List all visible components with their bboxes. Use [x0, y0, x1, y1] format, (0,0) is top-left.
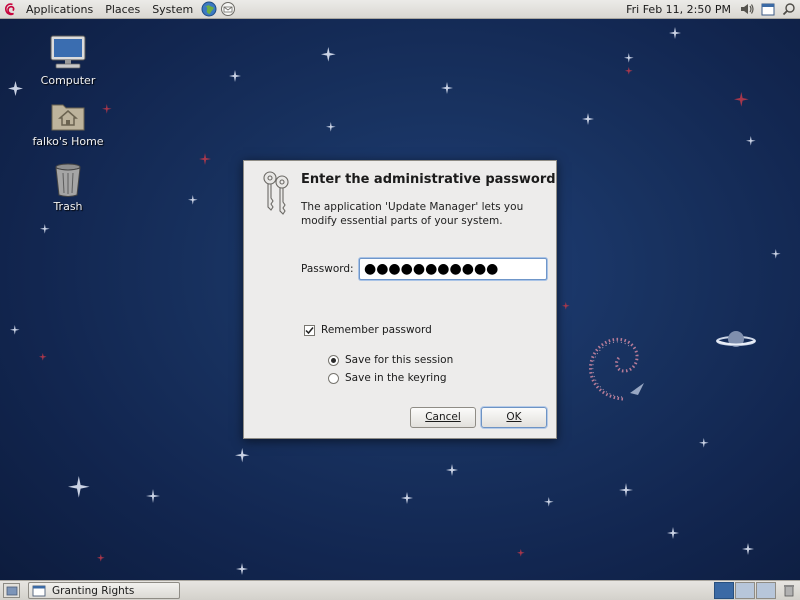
workspace-2[interactable]: [735, 582, 755, 599]
workspace-1[interactable]: [714, 582, 734, 599]
desktop-icon-label: Trash: [53, 200, 83, 213]
places-menu[interactable]: Places: [99, 0, 146, 19]
volume-icon[interactable]: [737, 1, 756, 18]
taskbar-button-label: Granting Rights: [52, 584, 135, 597]
dialog-message: The application 'Update Manager' lets yo…: [301, 201, 524, 227]
show-desktop-button[interactable]: [3, 583, 20, 598]
trash-applet-icon[interactable]: [781, 583, 797, 598]
mail-launcher-icon[interactable]: [219, 1, 237, 18]
applications-menu[interactable]: Applications: [20, 0, 99, 19]
radio-save-keyring[interactable]: Save in the keyring: [328, 372, 447, 384]
window-icon: [32, 585, 46, 596]
workspace-3[interactable]: [756, 582, 776, 599]
system-menu[interactable]: System: [146, 0, 199, 19]
show-desktop-icon: [6, 586, 17, 595]
workspace-switcher[interactable]: [714, 582, 777, 599]
clock[interactable]: Fri Feb 11, 2:50 PM: [620, 0, 737, 19]
debian-logo-icon[interactable]: [0, 0, 20, 19]
checkbox-box[interactable]: [304, 324, 315, 336]
top-panel: Applications Places System Fri Feb 11, 2…: [0, 0, 800, 19]
cancel-button-label: Cancel: [425, 411, 461, 423]
desktop-icon-label: Computer: [40, 74, 96, 87]
dialog-title: Enter the administrative password: [301, 172, 556, 187]
remember-password-checkbox[interactable]: Remember password: [304, 324, 432, 336]
bottom-panel: Granting Rights: [0, 580, 800, 600]
ok-button[interactable]: OK: [481, 407, 547, 428]
password-input[interactable]: ●●●●●●●●●●●: [359, 258, 547, 280]
desktop-icon-label: falko's Home: [32, 135, 104, 148]
keys-icon: [263, 171, 289, 215]
ok-button-label: OK: [506, 411, 522, 423]
radio-label: Save in the keyring: [345, 372, 447, 384]
web-browser-launcher-icon[interactable]: [200, 1, 218, 18]
admin-password-dialog: Enter the administrative password The ap…: [243, 160, 557, 439]
debian-swirl-decoration: [589, 337, 644, 401]
checkmark-icon: [305, 326, 314, 334]
radio-save-session[interactable]: Save for this session: [328, 354, 453, 366]
desktop-icon-computer[interactable]: Computer: [28, 34, 108, 87]
password-label: Password:: [301, 263, 354, 275]
desktop-icon-home[interactable]: falko's Home: [28, 99, 108, 148]
computer-icon: [50, 35, 86, 69]
taskbar-button-granting-rights[interactable]: Granting Rights: [28, 582, 180, 599]
search-icon[interactable]: [779, 1, 798, 18]
window-list-icon[interactable]: [758, 1, 777, 18]
radio-button-selected[interactable]: [328, 354, 339, 366]
home-folder-icon: [51, 104, 85, 131]
radio-button[interactable]: [328, 372, 339, 384]
desktop-icon-trash[interactable]: Trash: [28, 162, 108, 213]
cancel-button[interactable]: Cancel: [410, 407, 476, 428]
remember-password-label: Remember password: [321, 324, 432, 336]
radio-label: Save for this session: [345, 354, 454, 366]
trash-icon: [55, 163, 81, 197]
planet-decoration: [716, 331, 756, 347]
